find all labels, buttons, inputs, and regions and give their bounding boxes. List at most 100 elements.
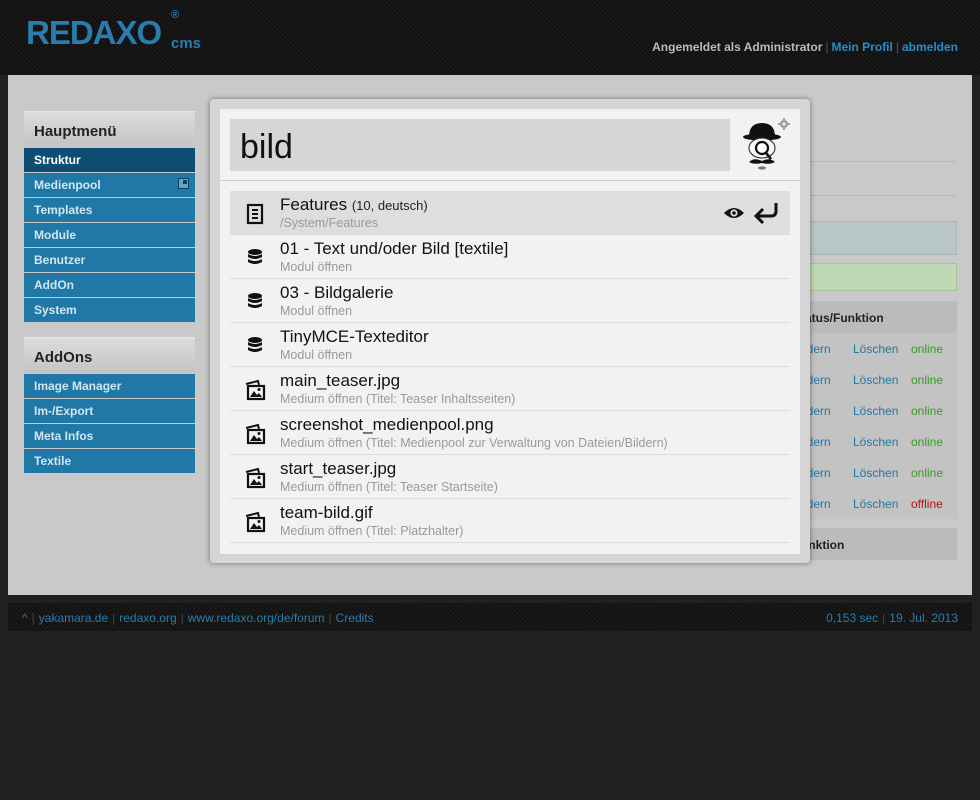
result-title: screenshot_medienpool.png <box>280 415 494 434</box>
divider <box>220 180 800 181</box>
addons-menu-title: AddOns <box>24 337 195 373</box>
table-row: ndern Löschen online <box>790 364 957 394</box>
result-item[interactable]: TinyMCE-Texteditor Modul öffnen <box>230 323 790 367</box>
result-item[interactable]: 03 - Bildgalerie Modul öffnen <box>230 279 790 323</box>
database-icon <box>248 337 262 352</box>
result-item[interactable]: start_teaser.jpg Medium öffnen (Titel: T… <box>230 455 790 499</box>
footer-link-yakamara[interactable]: yakamara.de <box>39 611 108 625</box>
delete-link[interactable]: Löschen <box>853 497 898 511</box>
table-row: ndern Löschen offline <box>790 488 957 518</box>
sidebar-item-module[interactable]: Module <box>24 223 195 247</box>
sidebar-item-label: Module <box>34 228 76 242</box>
sidebar-item-benutzer[interactable]: Benutzer <box>24 248 195 272</box>
delete-link[interactable]: Löschen <box>853 404 898 418</box>
result-title: TinyMCE-Texteditor <box>280 327 429 346</box>
profile-link[interactable]: Mein Profil <box>832 40 893 54</box>
result-title: 01 - Text und/oder Bild [textile] <box>280 239 509 258</box>
table-row: ndern Löschen online <box>790 395 957 425</box>
logo-text: REDAXO <box>26 14 162 51</box>
result-title: start_teaser.jpg <box>280 459 397 478</box>
sidebar-item-label: Struktur <box>34 153 81 167</box>
sidebar-item-image-manager[interactable]: Image Manager <box>24 374 195 398</box>
media-image-icon <box>245 467 266 489</box>
status-toggle[interactable]: online <box>911 466 943 480</box>
eye-icon[interactable] <box>723 205 745 221</box>
divider <box>788 161 956 162</box>
sidebar-item-label: Image Manager <box>34 379 122 393</box>
sidebar-item-label: AddOn <box>34 278 74 292</box>
sidebar-item-struktur[interactable]: Struktur <box>24 148 195 172</box>
footer-status: 0,153 sec | 19. Jul. 2013 <box>826 611 958 625</box>
result-subtitle: Modul öffnen <box>280 348 353 362</box>
table-header: tatus/Funktion <box>788 301 957 333</box>
result-item[interactable]: 01 - Text und/oder Bild [textile] Modul … <box>230 235 790 279</box>
result-subtitle: /System/Features <box>280 216 378 230</box>
database-icon <box>248 249 262 264</box>
media-image-icon <box>245 511 266 533</box>
delete-link[interactable]: Löschen <box>853 342 898 356</box>
enter-return-icon[interactable] <box>752 200 780 226</box>
sidebar-item-label: Textile <box>34 454 72 468</box>
result-title: team-bild.gif <box>280 503 373 522</box>
logo-suffix: cms <box>171 35 202 52</box>
status-toggle[interactable]: offline <box>911 497 943 511</box>
result-title: Features (10, deutsch) <box>280 195 428 215</box>
delete-link[interactable]: Löschen <box>853 373 898 387</box>
info-panel <box>788 221 957 255</box>
column-header-status: tatus/Funktion <box>801 311 884 325</box>
user-bar: Angemeldet als Administrator | Mein Profil… <box>652 40 958 54</box>
redaxo-logo[interactable]: REDAXO ® cms <box>26 10 201 52</box>
search-input[interactable] <box>230 119 730 171</box>
result-title-text: Features <box>280 195 348 214</box>
sidebar-item-templates[interactable]: Templates <box>24 198 195 222</box>
status-toggle[interactable]: online <box>911 373 943 387</box>
sidebar-item-meta-infos[interactable]: Meta Infos <box>24 424 195 448</box>
main-menu-title: Hauptmenü <box>24 111 195 147</box>
delete-link[interactable]: Löschen <box>853 466 898 480</box>
status-toggle[interactable]: online <box>911 435 943 449</box>
result-item[interactable]: screenshot_medienpool.png Medium öffnen … <box>230 411 790 455</box>
sidebar-item-label: System <box>34 303 77 317</box>
table-row: ndern Löschen online <box>790 426 957 456</box>
delete-link[interactable]: Löschen <box>853 435 898 449</box>
result-item[interactable]: main_teaser.jpg Medium öffnen (Titel: Te… <box>230 367 790 411</box>
result-subtitle: Modul öffnen <box>280 304 353 318</box>
logo-registered-mark: ® <box>171 9 179 21</box>
sidebar-item-medienpool[interactable]: Medienpool <box>24 173 195 197</box>
popup-window-icon[interactable] <box>178 178 189 189</box>
sidebar-item-label: Im-/Export <box>34 404 94 418</box>
logged-in-text: Angemeldet als Administrator <box>652 40 823 54</box>
footer-link-forum[interactable]: www.redaxo.org/de/forum <box>188 611 325 625</box>
table-row: ndern Löschen online <box>790 457 957 487</box>
sidebar-item-addon[interactable]: AddOn <box>24 273 195 297</box>
result-title: 03 - Bildgalerie <box>280 283 394 302</box>
footer-link-redaxo[interactable]: redaxo.org <box>119 611 176 625</box>
footer-date: 19. Jul. 2013 <box>889 611 958 625</box>
result-title: main_teaser.jpg <box>280 371 401 390</box>
status-toggle[interactable]: online <box>911 342 943 356</box>
quick-navigation-modal: Features (10, deutsch) /System/Features … <box>210 99 810 563</box>
quick-navigation-logo-icon[interactable] <box>740 117 790 171</box>
result-item[interactable]: Features (10, deutsch) /System/Features <box>230 191 790 235</box>
sidebar-item-im-export[interactable]: Im-/Export <box>24 399 195 423</box>
footer-link-credits[interactable]: Credits <box>336 611 374 625</box>
sidebar-item-label: Templates <box>34 203 93 217</box>
sidebar-item-system[interactable]: System <box>24 298 195 322</box>
sidebar-item-label: Meta Infos <box>34 429 94 443</box>
result-subtitle: Medium öffnen (Titel: Medienpool zur Ver… <box>280 436 668 450</box>
result-subtitle: Medium öffnen (Titel: Teaser Startseite) <box>280 480 498 494</box>
footer: ^ | yakamara.de | redaxo.org | www.redaxo.org/… <box>8 603 972 631</box>
result-item[interactable]: team-bild.gif Medium öffnen (Titel: Plat… <box>230 499 790 543</box>
result-subtitle: Medium öffnen (Titel: Teaser Inhaltsseit… <box>280 392 516 406</box>
logout-link[interactable]: abmelden <box>902 40 958 54</box>
status-toggle[interactable]: online <box>911 404 943 418</box>
sidebar-item-textile[interactable]: Textile <box>24 449 195 473</box>
render-time: 0,153 sec <box>826 611 879 625</box>
result-subtitle: Medium öffnen (Titel: Platzhalter) <box>280 524 464 538</box>
back-to-top-link[interactable]: ^ <box>22 611 28 625</box>
header: REDAXO ® cms Angemeldet als Administrato… <box>0 0 980 75</box>
database-icon <box>248 293 262 308</box>
sidebar-item-label: Benutzer <box>34 253 86 267</box>
result-meta: (10, deutsch) <box>351 198 428 213</box>
divider <box>788 195 956 196</box>
